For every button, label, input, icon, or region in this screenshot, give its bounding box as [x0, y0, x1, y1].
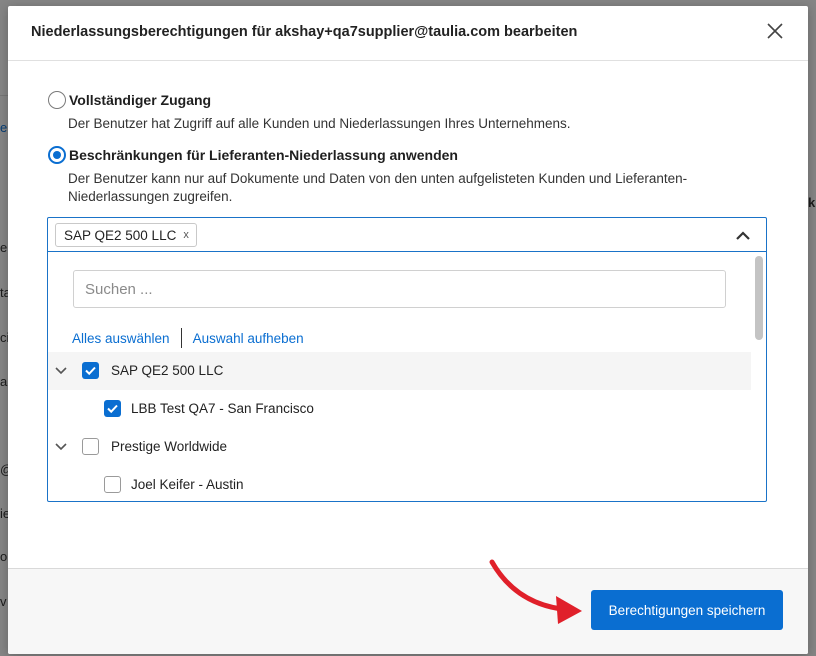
dialog-footer: Berechtigungen speichern: [8, 568, 808, 654]
tree-item-label: Prestige Worldwide: [111, 439, 228, 454]
full-access-description: Der Benutzer hat Zugriff auf alle Kunden…: [68, 116, 571, 131]
link-divider: [180, 328, 182, 348]
selected-token: SAP QE2 500 LLC x: [55, 223, 197, 247]
save-permissions-button[interactable]: Berechtigungen speichern: [591, 590, 783, 630]
selection-links: Alles auswählen Auswahl aufheben: [72, 328, 304, 348]
tree-checkbox[interactable]: [104, 400, 121, 417]
full-access-option[interactable]: Vollständiger Zugang: [48, 91, 211, 109]
branch-multiselect: SAP QE2 500 LLC x Alles auswählen Auswah…: [47, 217, 767, 502]
token-label: SAP QE2 500 LLC: [64, 227, 177, 243]
dialog-title: Niederlassungsberechtigungen für akshay+…: [31, 24, 578, 40]
restricted-access-description: Der Benutzer kann nur auf Dokumente und …: [68, 171, 688, 204]
chevron-down-icon[interactable]: [54, 365, 68, 377]
restricted-access-label: Beschränkungen für Lieferanten-Niederlas…: [69, 147, 458, 163]
tree-scrollbar[interactable]: [752, 254, 766, 501]
tree-checkbox[interactable]: [82, 438, 99, 455]
tree-item-prestige-worldwide[interactable]: Prestige Worldwide: [48, 428, 751, 466]
full-access-label: Vollständiger Zugang: [69, 92, 212, 108]
tree-checkbox[interactable]: [104, 476, 121, 493]
chevron-up-icon[interactable]: [735, 228, 751, 242]
clear-selection-link[interactable]: Auswahl aufheben: [193, 331, 304, 346]
restricted-access-option[interactable]: Beschränkungen für Lieferanten-Niederlas…: [48, 146, 458, 164]
multiselect-header[interactable]: SAP QE2 500 LLC x: [48, 218, 766, 252]
tree-checkbox[interactable]: [82, 362, 99, 379]
tree-item-label: LBB Test QA7 - San Francisco: [131, 401, 314, 416]
tree-item-joel-keifer-austin[interactable]: Joel Keifer - Austin: [48, 466, 751, 501]
tree-item-label: Joel Keifer - Austin: [131, 477, 244, 492]
search-input[interactable]: [73, 270, 726, 308]
close-icon[interactable]: [764, 20, 786, 42]
scrollbar-thumb[interactable]: [755, 256, 763, 340]
tree-item-sap-qe2-500-llc[interactable]: SAP QE2 500 LLC: [48, 352, 751, 390]
chevron-down-icon[interactable]: [54, 441, 68, 453]
restricted-access-radio[interactable]: [48, 146, 66, 164]
tree-item-lbb-test-qa7[interactable]: LBB Test QA7 - San Francisco: [48, 390, 751, 428]
full-access-radio[interactable]: [48, 91, 66, 109]
edit-branch-permissions-dialog: Niederlassungsberechtigungen für akshay+…: [8, 6, 808, 654]
tree-item-label: SAP QE2 500 LLC: [111, 363, 224, 378]
token-remove-icon[interactable]: x: [183, 229, 189, 241]
select-all-link[interactable]: Alles auswählen: [72, 331, 170, 346]
dialog-header: Niederlassungsberechtigungen für akshay+…: [8, 6, 808, 61]
